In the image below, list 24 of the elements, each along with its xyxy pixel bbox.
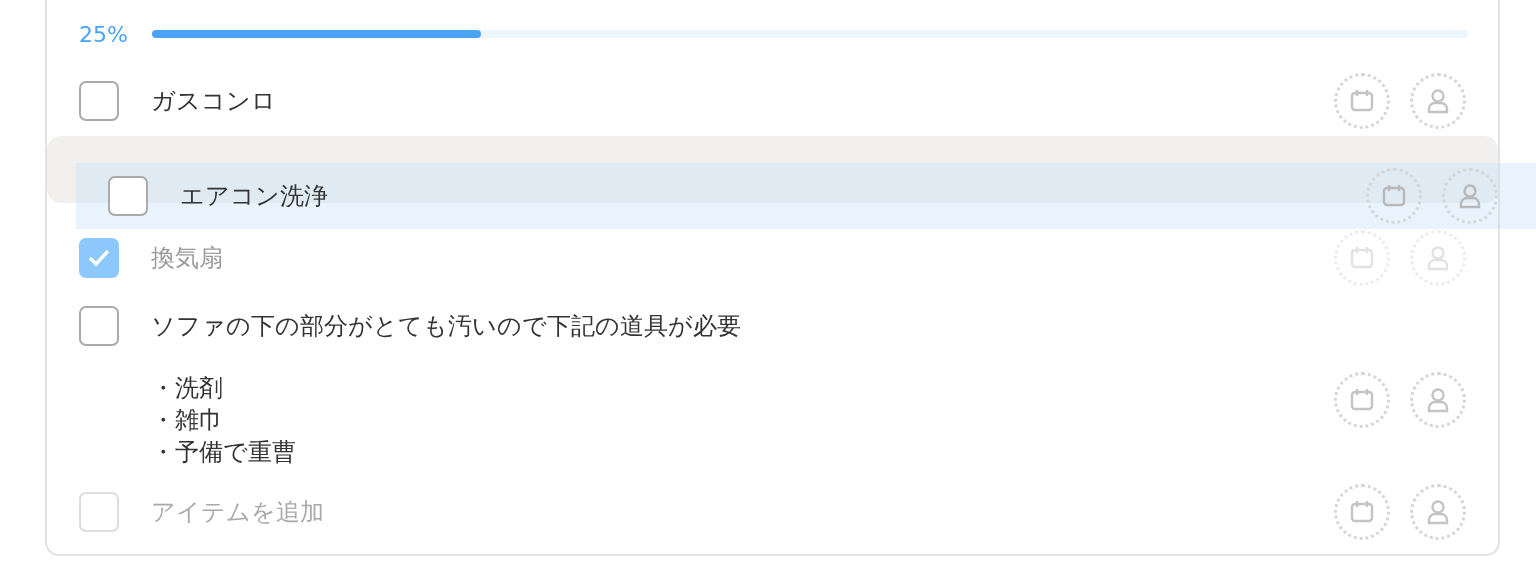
note-line: ・雑巾 bbox=[151, 405, 223, 436]
note-line: ・予備で重曹 bbox=[151, 437, 296, 468]
assignee-button[interactable] bbox=[1410, 372, 1466, 428]
due-date-button[interactable] bbox=[1334, 230, 1390, 286]
due-date-button[interactable] bbox=[1334, 484, 1390, 540]
add-item-field[interactable]: アイテムを追加 bbox=[151, 498, 1334, 526]
assignee-button[interactable] bbox=[1442, 168, 1498, 224]
checkbox[interactable] bbox=[79, 306, 119, 346]
task-title: エアコン洗浄 bbox=[180, 181, 329, 212]
note-line: ・洗剤 bbox=[151, 373, 223, 404]
assignee-button[interactable] bbox=[1410, 484, 1466, 540]
checkbox[interactable] bbox=[108, 176, 148, 216]
task-title: ソファの下の部分がとても汚いので下記の道具が必要 bbox=[151, 311, 742, 342]
assignee-button[interactable] bbox=[1410, 230, 1466, 286]
due-date-button[interactable] bbox=[1366, 168, 1422, 224]
checkbox[interactable] bbox=[79, 81, 119, 121]
progress-percent: 25% bbox=[79, 21, 128, 47]
due-date-button[interactable] bbox=[1334, 73, 1390, 129]
due-date-button[interactable] bbox=[1334, 372, 1390, 428]
assignee-button[interactable] bbox=[1410, 73, 1466, 129]
task-title: ガスコンロ bbox=[151, 86, 277, 117]
checkbox[interactable] bbox=[79, 238, 119, 278]
task-title: 換気扇 bbox=[151, 243, 224, 274]
dragged-task-row[interactable]: エアコン洗浄 bbox=[76, 163, 1536, 229]
